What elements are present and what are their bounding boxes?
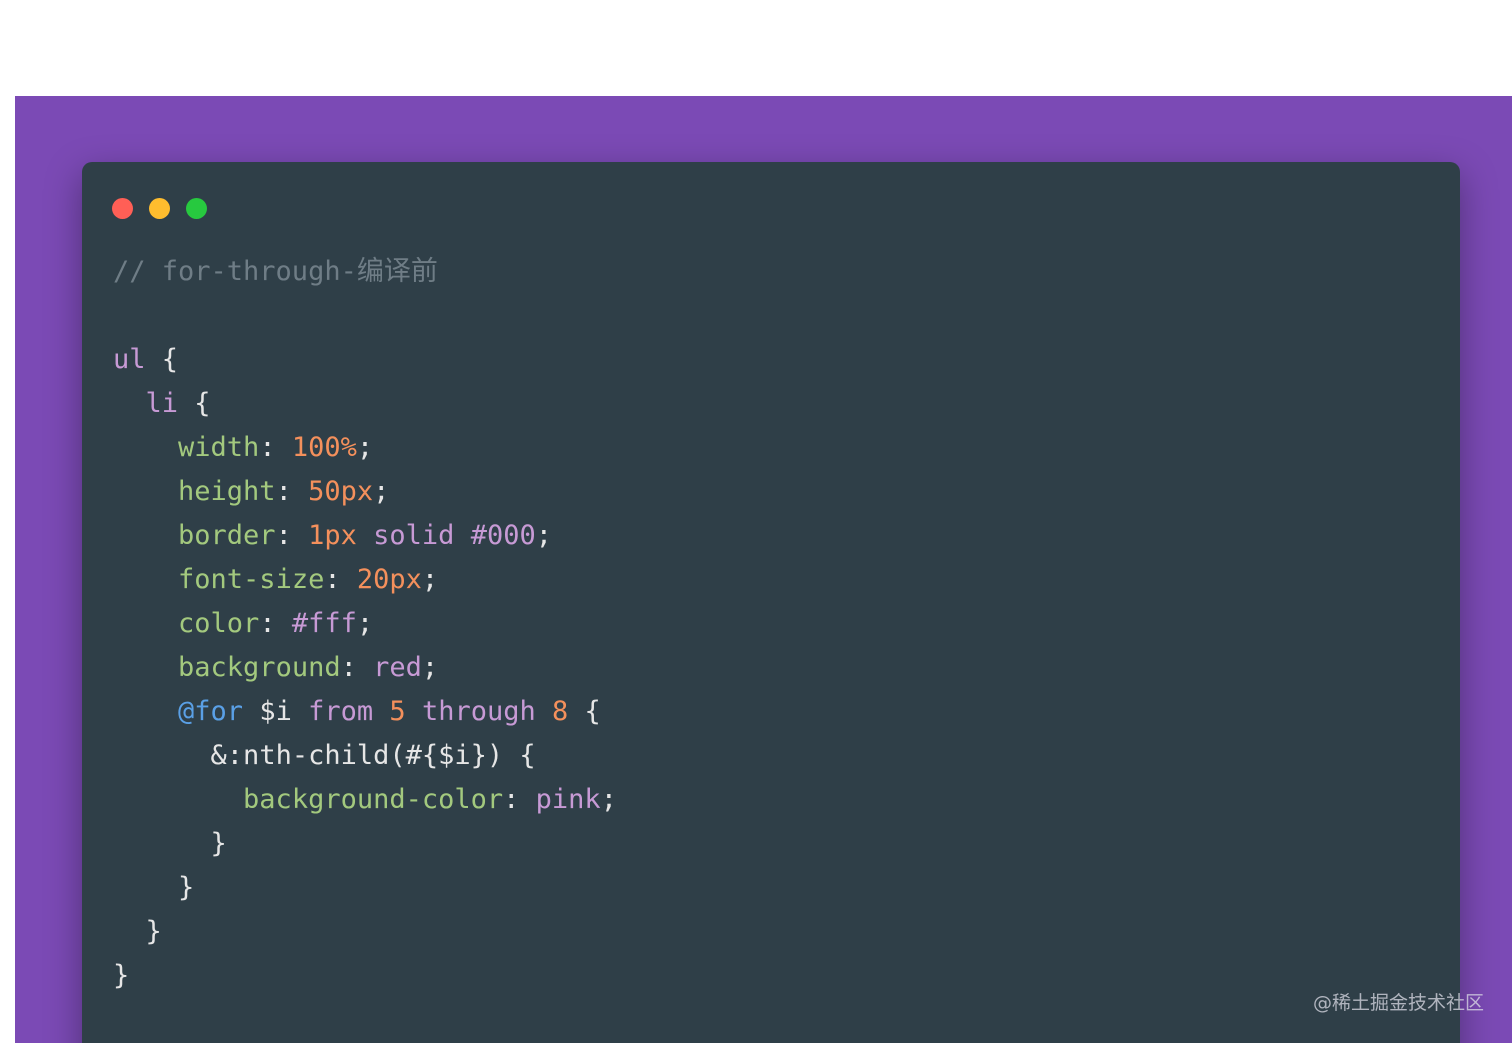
code-token-ws: [113, 696, 178, 727]
code-token-selector: li: [145, 388, 179, 419]
code-line: }: [113, 866, 617, 910]
code-token-punc: [406, 696, 422, 727]
code-line: }: [113, 910, 617, 954]
code-token-kw: from: [308, 696, 374, 727]
code-token-punc: ;: [373, 476, 390, 507]
code-token-var: $i: [259, 696, 292, 727]
code-token-prop: background-color: [243, 784, 504, 815]
window-controls: [112, 198, 207, 219]
code-token-punc: :: [324, 564, 357, 595]
code-token-ws: [113, 520, 178, 551]
code-token-prop: font-size: [178, 564, 325, 595]
code-token-prop: color: [178, 608, 260, 639]
close-dot-icon: [112, 198, 133, 219]
code-line: height: 50px;: [113, 470, 617, 514]
code-token-punc: ;: [421, 564, 439, 595]
code-token-punc: :: [259, 608, 292, 639]
code-token-punc: :: [340, 652, 374, 683]
code-token-selector: ul: [113, 344, 146, 375]
code-token-punc: ;: [356, 432, 374, 463]
code-line: color: #fff;: [113, 602, 617, 646]
code-token-punc: :: [275, 476, 309, 507]
code-token-punc: :: [259, 432, 292, 463]
code-line: &:nth-child(#{$i}) {: [113, 734, 617, 778]
code-line: font-size: 20px;: [113, 558, 617, 602]
code-token-punc: {: [568, 696, 601, 727]
code-token-num: 50px: [308, 476, 374, 507]
code-line: ul {: [113, 338, 617, 382]
code-token-ws: [113, 652, 178, 683]
code-token-num: 5: [389, 696, 406, 727]
maximize-dot-icon: [186, 198, 207, 219]
code-token-punc: [292, 696, 308, 727]
code-token-punc: ;: [421, 652, 439, 683]
code-token-ws: [113, 476, 178, 507]
code-token-prop: width: [178, 432, 260, 463]
code-token-kw: red: [373, 652, 422, 683]
code-token-ws: [113, 872, 178, 903]
code-token-num: 8: [552, 696, 569, 727]
code-token-punc: [373, 696, 389, 727]
code-token-kw: pink: [535, 784, 601, 815]
code-line: // for-through-编译前: [113, 250, 617, 294]
code-token-punc: [454, 520, 470, 551]
code-token-ws: [113, 916, 146, 947]
watermark: @稀土掘金技术社区: [1312, 992, 1484, 1014]
code-token-ws: [113, 740, 211, 771]
code-token-num: 100%: [291, 432, 357, 463]
code-token-num: 20px: [356, 564, 422, 595]
code-token-punc: }: [145, 916, 162, 947]
code-token-prop: border: [178, 520, 276, 551]
code-token-ws: [113, 608, 178, 639]
code-token-comment: // for-through-编译前: [113, 256, 438, 287]
code-token-at: @for: [178, 696, 244, 727]
code-line: }: [113, 822, 617, 866]
code-token-ws: [113, 564, 178, 595]
code-line: width: 100%;: [113, 426, 617, 470]
code-window: // for-through-编译前 ul { li { width: 100%…: [82, 162, 1460, 1043]
code-token-punc: &:nth-child(#{$i}) {: [210, 740, 536, 771]
code-token-punc: }: [113, 960, 130, 991]
code-line: border: 1px solid #000;: [113, 514, 617, 558]
code-token-ws: [113, 828, 211, 859]
code-token-prop: height: [178, 476, 276, 507]
code-token-ws: [113, 432, 178, 463]
code-token-punc: ;: [356, 608, 374, 639]
code-line: background: red;: [113, 646, 617, 690]
background-stage: // for-through-编译前 ul { li { width: 100%…: [15, 96, 1512, 1043]
code-token-punc: [357, 520, 373, 551]
code-token-punc: ;: [600, 784, 617, 815]
code-token-punc: ;: [535, 520, 552, 551]
code-token-punc: :: [503, 784, 536, 815]
code-token-punc: [243, 696, 259, 727]
code-token-kw: #fff: [291, 608, 357, 639]
code-token-punc: :: [275, 520, 309, 551]
code-token-ws: [113, 784, 243, 815]
code-line: background-color: pink;: [113, 778, 617, 822]
code-token-num: 1px: [308, 520, 357, 551]
code-token-kw: through: [421, 696, 536, 727]
code-token-punc: [536, 696, 552, 727]
code-token-ws: [113, 388, 146, 419]
code-token-punc: {: [145, 344, 179, 375]
code-line: @for $i from 5 through 8 {: [113, 690, 617, 734]
code-token-prop: background: [178, 652, 341, 683]
code-token-punc: }: [210, 828, 227, 859]
minimize-dot-icon: [149, 198, 170, 219]
code-block: // for-through-编译前 ul { li { width: 100%…: [113, 250, 617, 998]
code-token-kw: solid: [373, 520, 455, 551]
code-line: li {: [113, 382, 617, 426]
code-token-punc: }: [178, 872, 195, 903]
code-token-punc: {: [178, 388, 211, 419]
code-token-kw: #000: [470, 520, 536, 551]
code-line: }: [113, 954, 617, 998]
